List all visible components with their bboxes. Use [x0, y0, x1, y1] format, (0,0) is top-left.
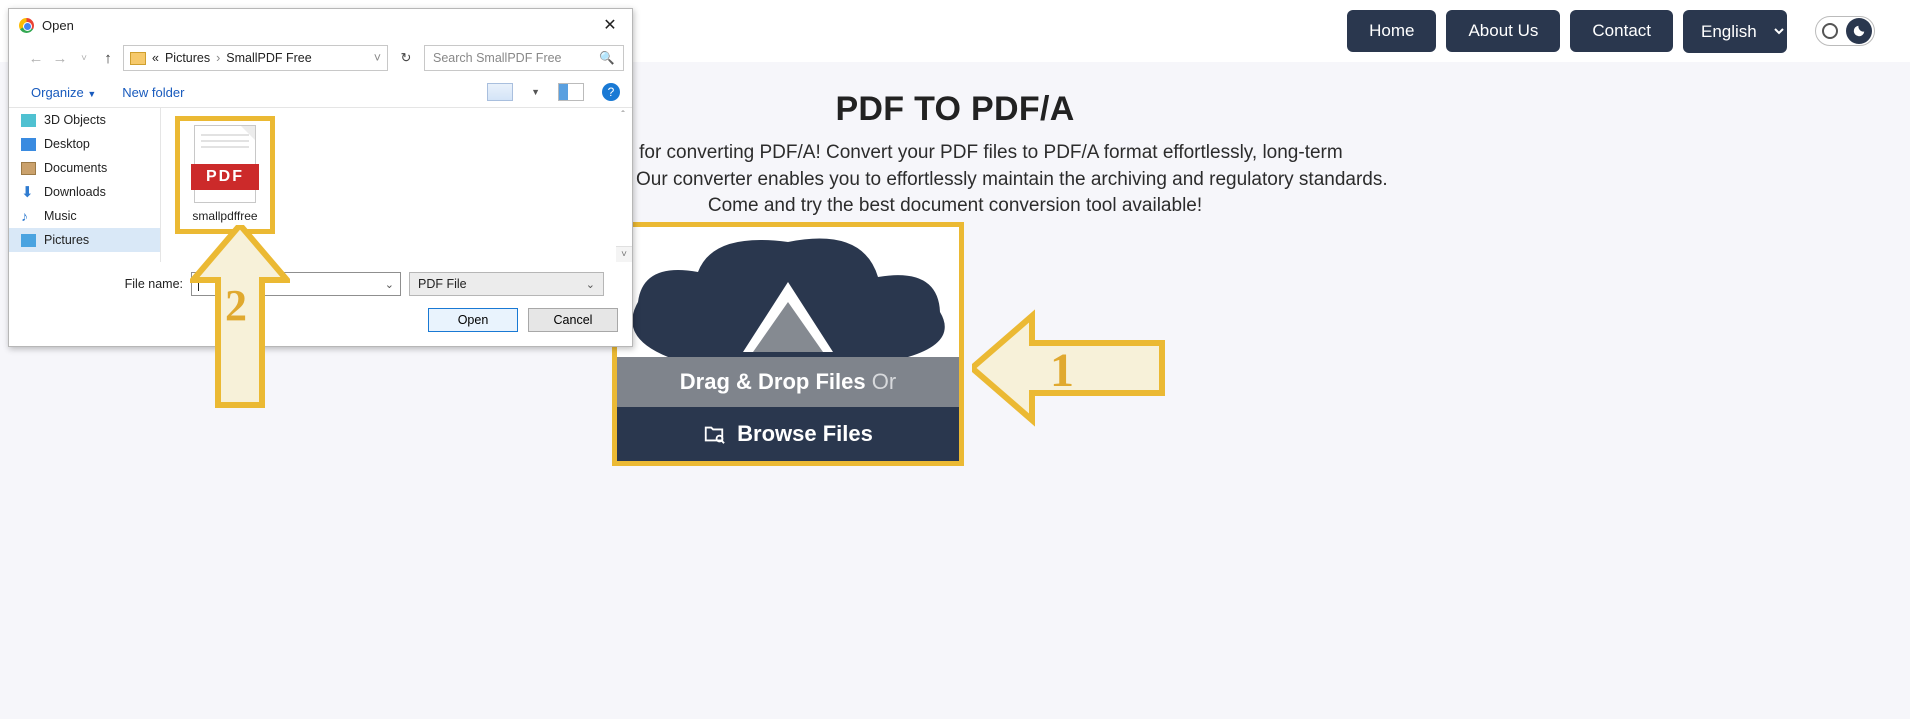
sidebar-item-3d-objects[interactable]: 3D Objects	[9, 108, 160, 132]
svg-text:2: 2	[225, 281, 247, 330]
nav-home-button[interactable]: Home	[1347, 10, 1436, 52]
new-folder-button[interactable]: New folder	[122, 85, 184, 100]
nav-recent-icon[interactable]: ˅	[75, 53, 93, 64]
breadcrumb-smallpdf[interactable]: SmallPDF Free	[226, 51, 311, 65]
help-icon[interactable]: ?	[602, 83, 620, 101]
annotation-arrow-1: 1	[972, 308, 1172, 428]
desktop-icon	[21, 138, 36, 151]
nav-forward-icon[interactable]: →	[51, 50, 69, 67]
svg-text:1: 1	[1050, 344, 1074, 397]
moon-icon	[1846, 18, 1872, 44]
browse-files-button[interactable]: Browse Files	[617, 407, 959, 461]
folder-sidebar: 3D Objects Desktop Documents ⬇Downloads …	[9, 108, 161, 262]
breadcrumb[interactable]: « Pictures › SmallPDF Free ˅	[123, 45, 388, 71]
preview-pane-button[interactable]	[558, 83, 584, 101]
language-select[interactable]: English	[1683, 10, 1787, 53]
annotation-arrow-2: 2	[190, 225, 290, 415]
dialog-titlebar: Open ✕	[9, 9, 632, 41]
dialog-title: Open	[42, 18, 74, 33]
dark-mode-toggle[interactable]	[1815, 16, 1875, 46]
pictures-icon	[21, 234, 36, 247]
nav-up-icon[interactable]: ↑	[99, 50, 117, 67]
3d-objects-icon	[21, 114, 36, 127]
view-mode-button[interactable]	[487, 83, 513, 101]
chevron-down-icon[interactable]: ˅	[374, 51, 381, 65]
music-icon: ♪	[21, 210, 36, 223]
nav-about-button[interactable]: About Us	[1446, 10, 1560, 52]
drag-drop-label: Drag & Drop Files Or	[617, 357, 959, 407]
browse-folder-icon	[703, 423, 725, 445]
pdf-file-icon: PDF	[194, 125, 256, 203]
chevron-down-icon: ⌄	[586, 278, 595, 291]
organize-menu[interactable]: Organize ▼	[31, 85, 96, 100]
page-description: ced tool for converting PDF/A! Convert y…	[520, 140, 1390, 220]
file-name-label: smallpdffree	[180, 209, 270, 223]
open-button[interactable]: Open	[428, 308, 518, 332]
file-type-select[interactable]: PDF File ⌄	[409, 272, 604, 296]
upload-dropzone[interactable]: Drag & Drop Files Or Browse Files	[612, 222, 964, 466]
filename-dropdown-icon[interactable]: ⌄	[385, 278, 394, 291]
search-icon: 🔍	[599, 51, 615, 66]
refresh-icon[interactable]: ↻	[394, 50, 418, 66]
breadcrumb-pictures[interactable]: Pictures	[165, 51, 210, 65]
file-item-smallpdffree[interactable]: PDF smallpdffree	[175, 116, 275, 234]
nav-contact-button[interactable]: Contact	[1570, 10, 1673, 52]
sidebar-item-desktop[interactable]: Desktop	[9, 132, 160, 156]
folder-icon	[130, 52, 146, 65]
sidebar-item-music[interactable]: ♪Music	[9, 204, 160, 228]
cancel-button[interactable]: Cancel	[528, 308, 618, 332]
file-open-dialog: Open ✕ ← → ˅ ↑ « Pictures › SmallPDF Fre…	[8, 8, 633, 347]
chrome-icon	[19, 18, 34, 33]
cloud-icon	[617, 227, 959, 357]
view-dropdown-icon[interactable]: ▼	[531, 87, 540, 97]
scroll-down-icon[interactable]: ˅	[616, 246, 632, 262]
downloads-icon: ⬇	[21, 186, 36, 199]
filename-label: File name:	[23, 277, 183, 291]
sidebar-item-documents[interactable]: Documents	[9, 156, 160, 180]
sun-icon	[1822, 23, 1838, 39]
sidebar-item-pictures[interactable]: Pictures	[9, 228, 160, 252]
sidebar-item-downloads[interactable]: ⬇Downloads	[9, 180, 160, 204]
nav-back-icon[interactable]: ←	[27, 50, 45, 67]
search-input[interactable]: Search SmallPDF Free 🔍	[424, 45, 624, 71]
documents-icon	[21, 162, 36, 175]
close-button[interactable]: ✕	[596, 15, 624, 35]
scroll-up-icon[interactable]: ˆ	[616, 110, 630, 124]
